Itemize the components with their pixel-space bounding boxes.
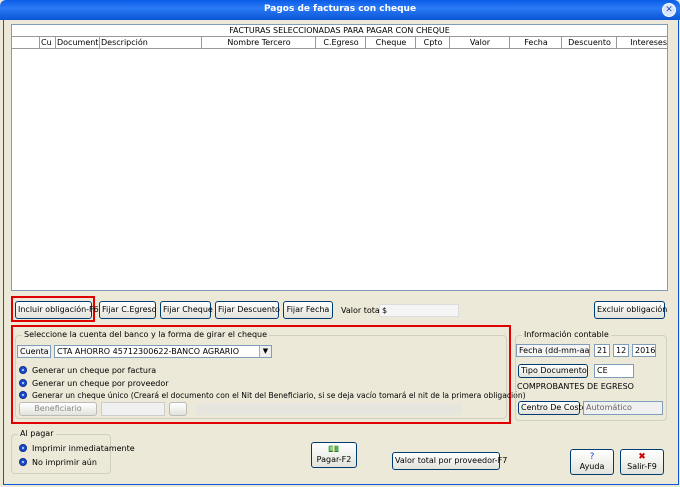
radio-cheque-factura[interactable] — [19, 366, 27, 374]
radio-no-imprimir-label: No imprimir aún — [32, 458, 97, 467]
grid-caption: FACTURAS SELECCIONADAS PARA PAGAR CON CH… — [12, 25, 667, 37]
radio-imprimir-inmediato-label: Imprimir inmediatamente — [32, 444, 135, 453]
al-pagar-legend: Al pagar — [18, 429, 56, 438]
invoices-grid[interactable]: FACTURAS SELECCIONADAS PARA PAGAR CON CH… — [11, 24, 668, 291]
main-window: Pagos de facturas con cheque ✕ FACTURAS … — [0, 0, 680, 487]
al-pagar-group: Al pagar — [11, 429, 111, 474]
valor-total-field: $ — [379, 304, 459, 317]
col-header[interactable]: Cpto — [416, 37, 450, 48]
radio-cheque-proveedor[interactable] — [19, 379, 27, 387]
comprobante-label: COMPROBANTES DE EGRESO — [517, 382, 634, 391]
col-header[interactable]: Intereses — [617, 37, 667, 48]
salir-label: Salir-F9 — [627, 462, 657, 471]
beneficiario-lookup-button[interactable] — [169, 402, 187, 416]
year-field[interactable]: 2016 — [632, 344, 656, 357]
valor-total-label: Valor total — [341, 306, 382, 315]
pagar-label: Pagar-F2 — [316, 455, 352, 464]
ayuda-button[interactable]: ? Ayuda — [570, 449, 614, 475]
centro-costo-field[interactable]: Automático — [583, 401, 663, 415]
col-header[interactable]: Valor — [450, 37, 510, 48]
radio-imprimir-inmediato[interactable] — [19, 444, 27, 452]
pagar-button[interactable]: 💵 Pagar-F2 — [311, 442, 357, 468]
tipo-documento-field[interactable]: CE — [594, 364, 634, 378]
excluir-obligacion-button[interactable]: Excluir obligación — [594, 301, 667, 319]
contable-legend: Información contable — [522, 330, 611, 339]
beneficiario-nit-field[interactable] — [101, 402, 165, 416]
col-header[interactable]: Descripción — [100, 37, 202, 48]
cuenta-select[interactable]: CTA AHORRO 45712300622-BANCO AGRARIO ▼ — [54, 345, 272, 358]
col-header[interactable]: C.Egreso — [316, 37, 366, 48]
fijar-descuento-button[interactable]: Fijar Descuento — [215, 301, 280, 319]
col-header[interactable]: Cu — [40, 37, 56, 48]
cuenta-group-legend: Seleccione la cuenta del banco y la form… — [22, 330, 270, 339]
cuenta-select-value: CTA AHORRO 45712300622-BANCO AGRARIO — [57, 347, 240, 356]
radio-cheque-unico[interactable] — [19, 391, 27, 399]
col-header[interactable]: Fecha — [510, 37, 562, 48]
fijar-fecha-button[interactable]: Fijar Fecha — [283, 301, 333, 319]
col-header[interactable]: Cheque — [366, 37, 416, 48]
salir-button[interactable]: ✖ Salir-F9 — [620, 449, 664, 475]
beneficiario-button[interactable]: Beneficiario — [19, 402, 97, 416]
radio-cheque-proveedor-label: Generar un cheque por proveedor — [32, 379, 169, 388]
tipo-documento-button[interactable]: Tipo Documento — [518, 364, 588, 378]
ayuda-label: Ayuda — [579, 462, 605, 471]
day-field[interactable]: 21 — [594, 344, 610, 357]
money-icon: 💵 — [328, 445, 340, 455]
close-icon[interactable]: ✕ — [662, 3, 676, 17]
help-icon: ? — [589, 452, 595, 462]
cuenta-label: Cuenta — [17, 345, 51, 358]
chevron-down-icon[interactable]: ▼ — [259, 346, 271, 357]
exit-icon: ✖ — [638, 452, 646, 462]
col-header[interactable]: Documento — [56, 37, 100, 48]
window-title: Pagos de facturas con cheque — [263, 4, 417, 14]
grid-header: Cu Documento Descripción Nombre Tercero … — [12, 37, 667, 49]
centro-costo-button[interactable]: Centro De Costo — [518, 401, 587, 415]
radio-no-imprimir[interactable] — [19, 458, 27, 466]
fecha-label: Fecha (dd-mm-aaaa) — [516, 344, 590, 357]
beneficiario-name-field — [196, 403, 462, 415]
fijar-egreso-button[interactable]: Fijar C.Egreso — [99, 301, 157, 319]
radio-cheque-factura-label: Generar un cheque por factura — [32, 366, 157, 375]
month-field[interactable]: 12 — [613, 344, 629, 357]
col-header[interactable]: Nombre Tercero — [202, 37, 316, 48]
title-bar: Pagos de facturas con cheque ✕ — [0, 0, 680, 20]
col-header[interactable]: Descuento — [562, 37, 617, 48]
valor-proveedor-button[interactable]: Valor total por proveedor-F7 — [392, 452, 507, 470]
incluir-obligacion-button[interactable]: Incluir obligación-F6 — [15, 301, 99, 319]
radio-cheque-unico-label: Generar un cheque único (Creará el docum… — [32, 391, 526, 400]
col-header[interactable] — [12, 37, 40, 48]
fijar-cheque-button[interactable]: Fijar Cheque — [160, 301, 213, 319]
